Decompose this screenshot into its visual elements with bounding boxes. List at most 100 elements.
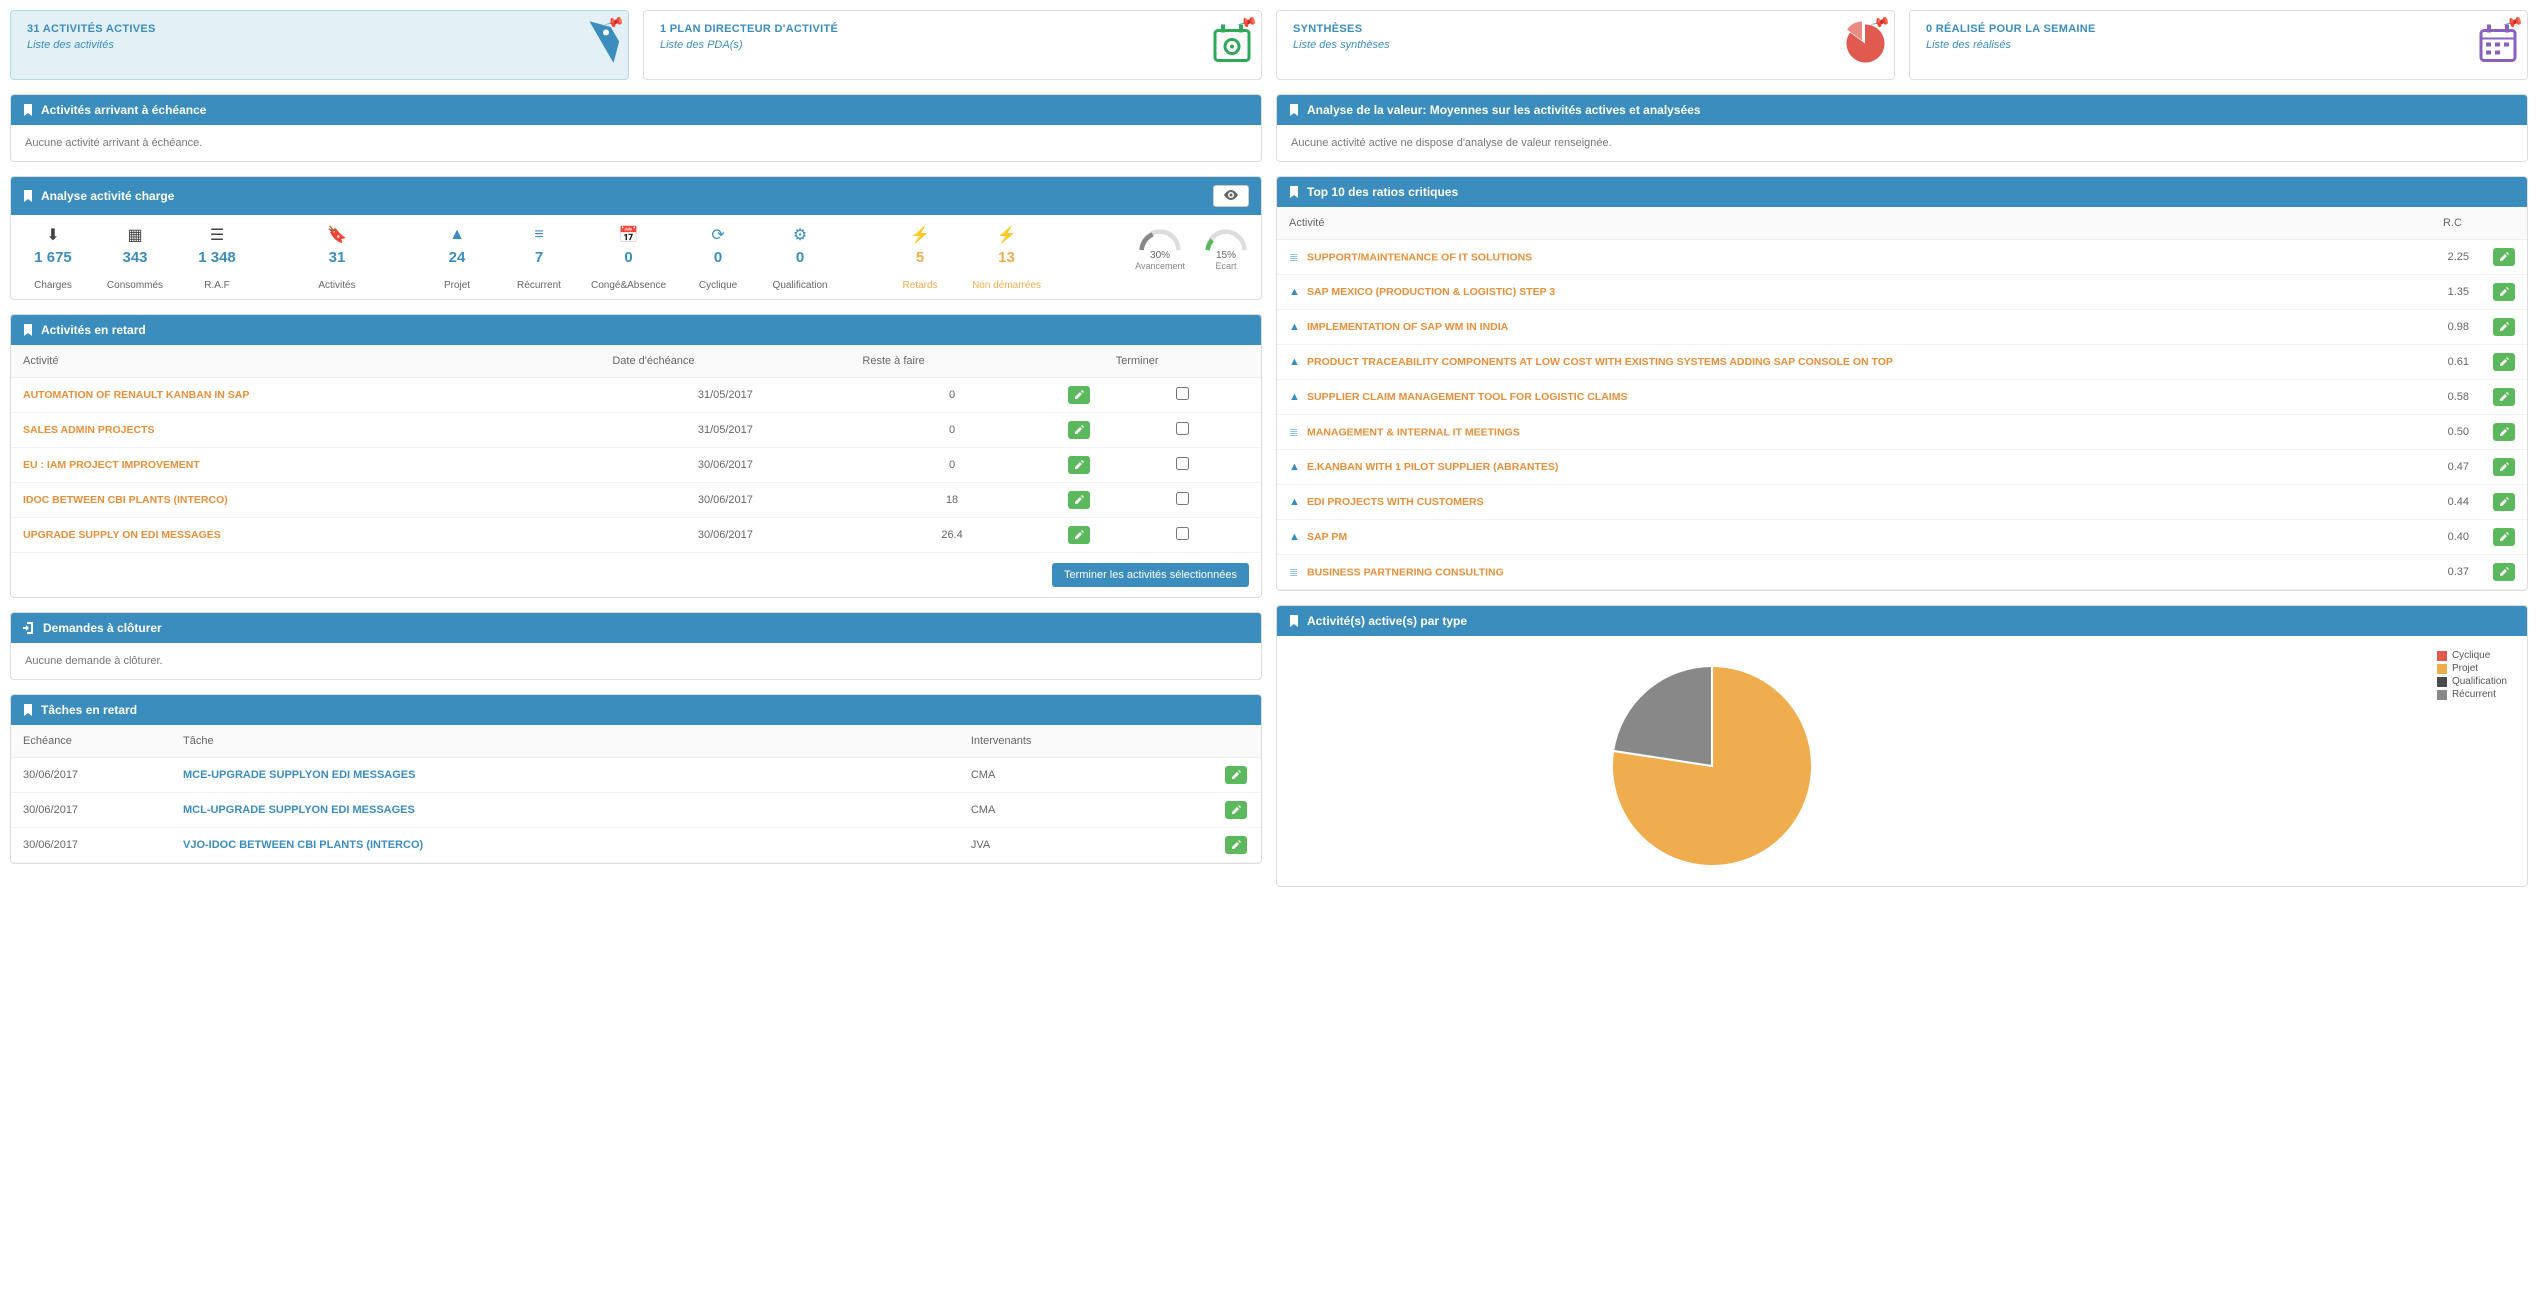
task-link[interactable]: MCL-UPGRADE SUPPLYON EDI MESSAGES (183, 804, 415, 816)
edit-button[interactable] (1225, 836, 1247, 854)
activity-link[interactable]: SALES ADMIN PROJECTS (23, 424, 154, 436)
activity-link[interactable]: SAP MEXICO (PRODUCTION & LOGISTIC) STEP … (1307, 286, 1555, 298)
panel-taches: Tâches en retard Echéance Tâche Interven… (10, 694, 1262, 864)
terminate-selected-button[interactable]: Terminer les activités sélectionnées (1052, 563, 1249, 587)
terminate-checkbox[interactable] (1176, 492, 1189, 505)
refresh-icon: ⟳ (688, 225, 748, 245)
table-row: EU : IAM PROJECT IMPROVEMENT 30/06/2017 … (11, 448, 1261, 483)
edit-button[interactable] (2493, 458, 2515, 476)
panel-ratios: Top 10 des ratios critiques Activité R.C… (1276, 176, 2528, 591)
activity-link[interactable]: BUSINESS PARTNERING CONSULTING (1307, 566, 1504, 578)
activity-link[interactable]: IMPLEMENTATION OF SAP WM IN INDIA (1307, 321, 1508, 333)
panel-pie-header: Activité(s) active(s) par type (1277, 606, 2527, 636)
bookmark-icon (1289, 104, 1299, 116)
panel-taches-title: Tâches en retard (41, 703, 137, 717)
road-icon: ▲ (1289, 391, 1303, 403)
legend-item[interactable]: Projet (2437, 663, 2507, 674)
stat-consommes[interactable]: ▦343Consommés (105, 225, 165, 291)
cell-reste: 18 (850, 483, 1053, 518)
calendar-icon: 📅 (591, 225, 666, 245)
stat-activites[interactable]: 🔖31Activités (307, 225, 367, 291)
stat-retards[interactable]: ⚡5Retards (890, 225, 950, 291)
activity-link[interactable]: IDOC BETWEEN CBI PLANTS (INTERCO) (23, 494, 228, 506)
bookmark-icon (1289, 615, 1299, 627)
edit-button[interactable] (1068, 491, 1090, 509)
legend-item[interactable]: Cyclique (2437, 650, 2507, 661)
legend-swatch (2437, 690, 2447, 700)
top-card-3[interactable]: 📌 0 RÉALISÉ POUR LA SEMAINE Liste des ré… (1909, 10, 2528, 80)
stat-qualification[interactable]: ⚙0Qualification (770, 225, 830, 291)
terminate-checkbox[interactable] (1176, 527, 1189, 540)
table-row: ▲ SUPPLIER CLAIM MANAGEMENT TOOL FOR LOGI… (1277, 380, 2527, 415)
stat-conge[interactable]: 📅0Congé&Absence (591, 225, 666, 291)
panel-charge-title: Analyse activité charge (41, 189, 174, 203)
edit-button[interactable] (1225, 766, 1247, 784)
legend-label: Récurrent (2452, 689, 2496, 700)
edit-button[interactable] (1068, 456, 1090, 474)
panel-cloturer-header: Demandes à clôturer (11, 613, 1261, 643)
bookmark-icon: 🔖 (307, 225, 367, 245)
panel-cloturer-title: Demandes à clôturer (43, 621, 162, 635)
activity-link[interactable]: SAP PM (1307, 531, 1347, 543)
top-card-0[interactable]: 📌 31 ACTIVITÉS ACTIVES Liste des activit… (10, 10, 629, 80)
edit-button[interactable] (2493, 318, 2515, 336)
table-row: 30/06/2017 MCL-UPGRADE SUPPLYON EDI MESS… (11, 793, 1261, 828)
stat-recurrent[interactable]: ≡7Récurrent (509, 225, 569, 291)
activity-link[interactable]: SUPPLIER CLAIM MANAGEMENT TOOL FOR LOGIS… (1307, 391, 1627, 403)
activity-link[interactable]: MANAGEMENT & INTERNAL IT MEETINGS (1307, 426, 1520, 438)
activity-link[interactable]: EDI PROJECTS WITH CUSTOMERS (1307, 496, 1484, 508)
stat-non-demarrees[interactable]: ⚡13Non démarrées (972, 225, 1041, 291)
stat-cyclique[interactable]: ⟳0Cyclique (688, 225, 748, 291)
cell-reste: 0 (850, 413, 1053, 448)
edit-button[interactable] (1068, 386, 1090, 404)
pie-icon (1842, 21, 1888, 70)
bolt-icon: ⚡ (890, 225, 950, 245)
panel-cloturer: Demandes à clôturer Aucune demande à clô… (10, 612, 1262, 680)
bookmark-icon (23, 190, 33, 202)
edit-button[interactable] (2493, 388, 2515, 406)
toggle-view-button[interactable] (1213, 185, 1249, 207)
cell-date: 30/06/2017 (11, 758, 171, 793)
edit-button[interactable] (2493, 353, 2515, 371)
road-icon: ▲ (1289, 496, 1303, 508)
edit-button[interactable] (2493, 423, 2515, 441)
stat-raf[interactable]: ☰1 348R.A.F (187, 225, 247, 291)
activity-link[interactable]: AUTOMATION OF RENAULT KANBAN IN SAP (23, 389, 249, 401)
activity-link[interactable]: UPGRADE SUPPLY ON EDI MESSAGES (23, 529, 221, 541)
terminate-checkbox[interactable] (1176, 387, 1189, 400)
cell-rc: 0.61 (2431, 345, 2481, 380)
edit-button[interactable] (2493, 283, 2515, 301)
terminate-checkbox[interactable] (1176, 422, 1189, 435)
edit-button[interactable] (2493, 248, 2515, 266)
edit-button[interactable] (1068, 526, 1090, 544)
calendar-gear-icon (1209, 21, 1255, 70)
edit-button[interactable] (2493, 493, 2515, 511)
col-tache-name: Tâche (171, 725, 959, 758)
table-row: IDOC BETWEEN CBI PLANTS (INTERCO) 30/06/… (11, 483, 1261, 518)
cell-rc: 0.44 (2431, 485, 2481, 520)
task-link[interactable]: VJO-IDOC BETWEEN CBI PLANTS (INTERCO) (183, 839, 423, 851)
table-row: 30/06/2017 MCE-UPGRADE SUPPLYON EDI MESS… (11, 758, 1261, 793)
cell-intervenants: CMA (959, 758, 1211, 793)
top-card-2[interactable]: 📌 SYNTHÈSES Liste des synthèses (1276, 10, 1895, 80)
edit-button[interactable] (2493, 528, 2515, 546)
edit-button[interactable] (2493, 563, 2515, 581)
table-row: AUTOMATION OF RENAULT KANBAN IN SAP 31/0… (11, 378, 1261, 413)
col-tache-echeance: Echéance (11, 725, 171, 758)
stat-charges[interactable]: ⬇1 675Charges (23, 225, 83, 291)
table-row: ▲SAP PM 0.40 (1277, 520, 2527, 555)
task-link[interactable]: MCE-UPGRADE SUPPLYON EDI MESSAGES (183, 769, 415, 781)
legend-item[interactable]: Récurrent (2437, 689, 2507, 700)
edit-button[interactable] (1225, 801, 1247, 819)
edit-button[interactable] (1068, 421, 1090, 439)
road-icon: ▲ (1289, 286, 1303, 298)
pie-slice-récurrent[interactable] (1613, 666, 1712, 766)
stat-projet[interactable]: ▲24Projet (427, 225, 487, 291)
activity-link[interactable]: PRODUCT TRACEABILITY COMPONENTS AT LOW C… (1307, 356, 1893, 368)
top-card-1[interactable]: 📌 1 PLAN DIRECTEUR D'ACTIVITÉ Liste des … (643, 10, 1262, 80)
terminate-checkbox[interactable] (1176, 457, 1189, 470)
activity-link[interactable]: SUPPORT/MAINTENANCE OF IT SOLUTIONS (1307, 251, 1532, 263)
legend-item[interactable]: Qualification (2437, 676, 2507, 687)
activity-link[interactable]: E.KANBAN WITH 1 PILOT SUPPLIER (ABRANTES… (1307, 461, 1558, 473)
activity-link[interactable]: EU : IAM PROJECT IMPROVEMENT (23, 459, 200, 471)
